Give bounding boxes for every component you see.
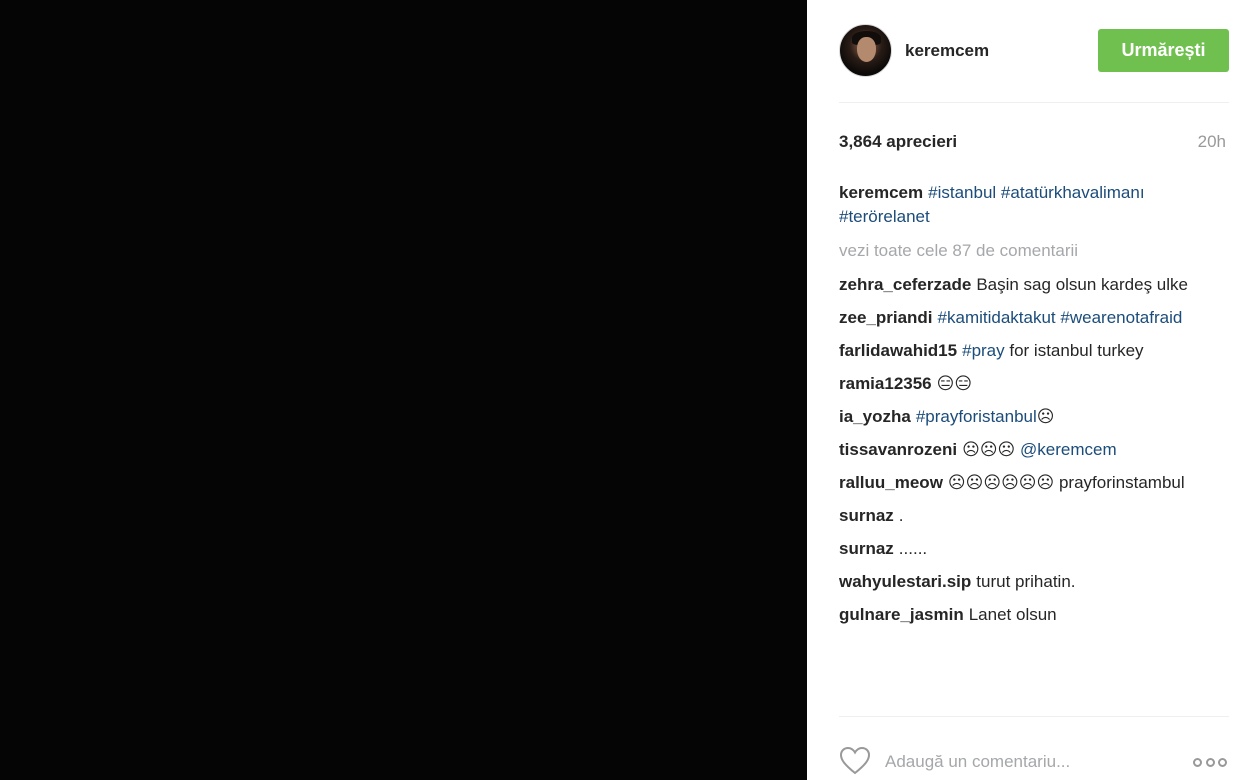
comment-item: surnaz...... <box>839 537 1209 561</box>
comment-username[interactable]: zehra_ceferzade <box>839 275 971 294</box>
avatar[interactable] <box>839 24 892 77</box>
comment-item: ia_yozha #prayforistanbul☹ <box>839 405 1209 429</box>
hashtag-link[interactable]: #prayforistanbul <box>916 407 1037 426</box>
comment-username[interactable]: wahyulestari.sip <box>839 572 971 591</box>
hashtag-link[interactable]: #wearenotafraid <box>1060 308 1182 327</box>
hashtag-link[interactable]: #pray <box>962 341 1005 360</box>
likes-count[interactable]: 3,864 aprecieri <box>839 132 957 152</box>
comment-text: . <box>898 506 904 525</box>
header-username[interactable]: keremcem <box>905 41 989 61</box>
hashtag-link[interactable]: #istanbul <box>928 183 996 202</box>
comment-text: Başin sag olsun kardeş ulke <box>976 275 1188 294</box>
post-time: 20h <box>1197 132 1226 151</box>
comment-item: surnaz. <box>839 504 1209 528</box>
comment-input[interactable] <box>885 746 1175 778</box>
comment-item: gulnare_jasmin Lanet olsun <box>839 603 1209 627</box>
hashtag-link[interactable]: @keremcem <box>1020 440 1117 459</box>
comment-text: for istanbul turkey <box>1004 341 1144 360</box>
comment-item: zehra_ceferzade Başin sag olsun kardeş ul… <box>839 273 1209 297</box>
caption-username[interactable]: keremcem <box>839 183 923 202</box>
post-caption: keremcem #istanbul #atatürkhavalimanı #te… <box>839 181 1209 229</box>
divider <box>839 716 1229 717</box>
comment-item: zee_priandi #kamitidaktakut #wearenotafra… <box>839 306 1209 330</box>
comment-item: wahyulestari.sip turut prihatin. <box>839 570 1209 594</box>
comment-text: ☹☹☹☹☹☹ prayforinstambul <box>947 473 1185 492</box>
comment-username[interactable]: farlidawahid15 <box>839 341 957 360</box>
comment-item: ralluu_meow ☹☹☹☹☹☹ prayforinstambul <box>839 471 1209 495</box>
comment-username[interactable]: surnaz <box>839 506 894 525</box>
comment-username[interactable]: ralluu_meow <box>839 473 943 492</box>
divider <box>839 102 1229 103</box>
comment-username[interactable]: tissavanrozeni <box>839 440 957 459</box>
hashtag-link[interactable]: #terörelanet <box>839 207 930 226</box>
comment-text: 😑😑 <box>936 374 973 393</box>
comment-item: ramia12356 😑😑 <box>839 372 1209 396</box>
comment-item: farlidawahid15 #pray for istanbul turkey <box>839 339 1209 363</box>
comment-username[interactable]: surnaz <box>839 539 894 558</box>
more-options-icon[interactable] <box>1193 758 1227 768</box>
hashtag-link[interactable]: #kamitidaktakut <box>938 308 1056 327</box>
comment-bar <box>839 740 1229 780</box>
comment-username[interactable]: gulnare_jasmin <box>839 605 964 624</box>
heart-icon[interactable] <box>839 746 871 776</box>
comment-text: ☹☹☹ <box>962 440 1020 459</box>
hashtag-link[interactable]: #atatürkhavalimanı <box>1001 183 1145 202</box>
post-header: keremcem Urmărești <box>839 22 1229 80</box>
comment-username[interactable]: ramia12356 <box>839 374 932 393</box>
comment-item: tissavanrozeni ☹☹☹ @keremcem <box>839 438 1209 462</box>
post-photo[interactable] <box>0 0 807 780</box>
comments-list[interactable]: keremcem #istanbul #atatürkhavalimanı #te… <box>839 181 1209 716</box>
comment-text: turut prihatin. <box>976 572 1076 591</box>
comment-container: zehra_ceferzade Başin sag olsun kardeş ul… <box>839 273 1209 627</box>
comment-username[interactable]: zee_priandi <box>839 308 933 327</box>
comment-text: ...... <box>898 539 928 558</box>
comment-text: Lanet olsun <box>968 605 1057 624</box>
comment-text: ☹ <box>1036 407 1055 426</box>
comment-username[interactable]: ia_yozha <box>839 407 911 426</box>
follow-button[interactable]: Urmărești <box>1098 29 1229 72</box>
post-side-panel: keremcem Urmărești 3,864 aprecieri 20h k… <box>807 0 1235 780</box>
view-all-comments-link[interactable]: vezi toate cele 87 de comentarii <box>839 239 1209 263</box>
